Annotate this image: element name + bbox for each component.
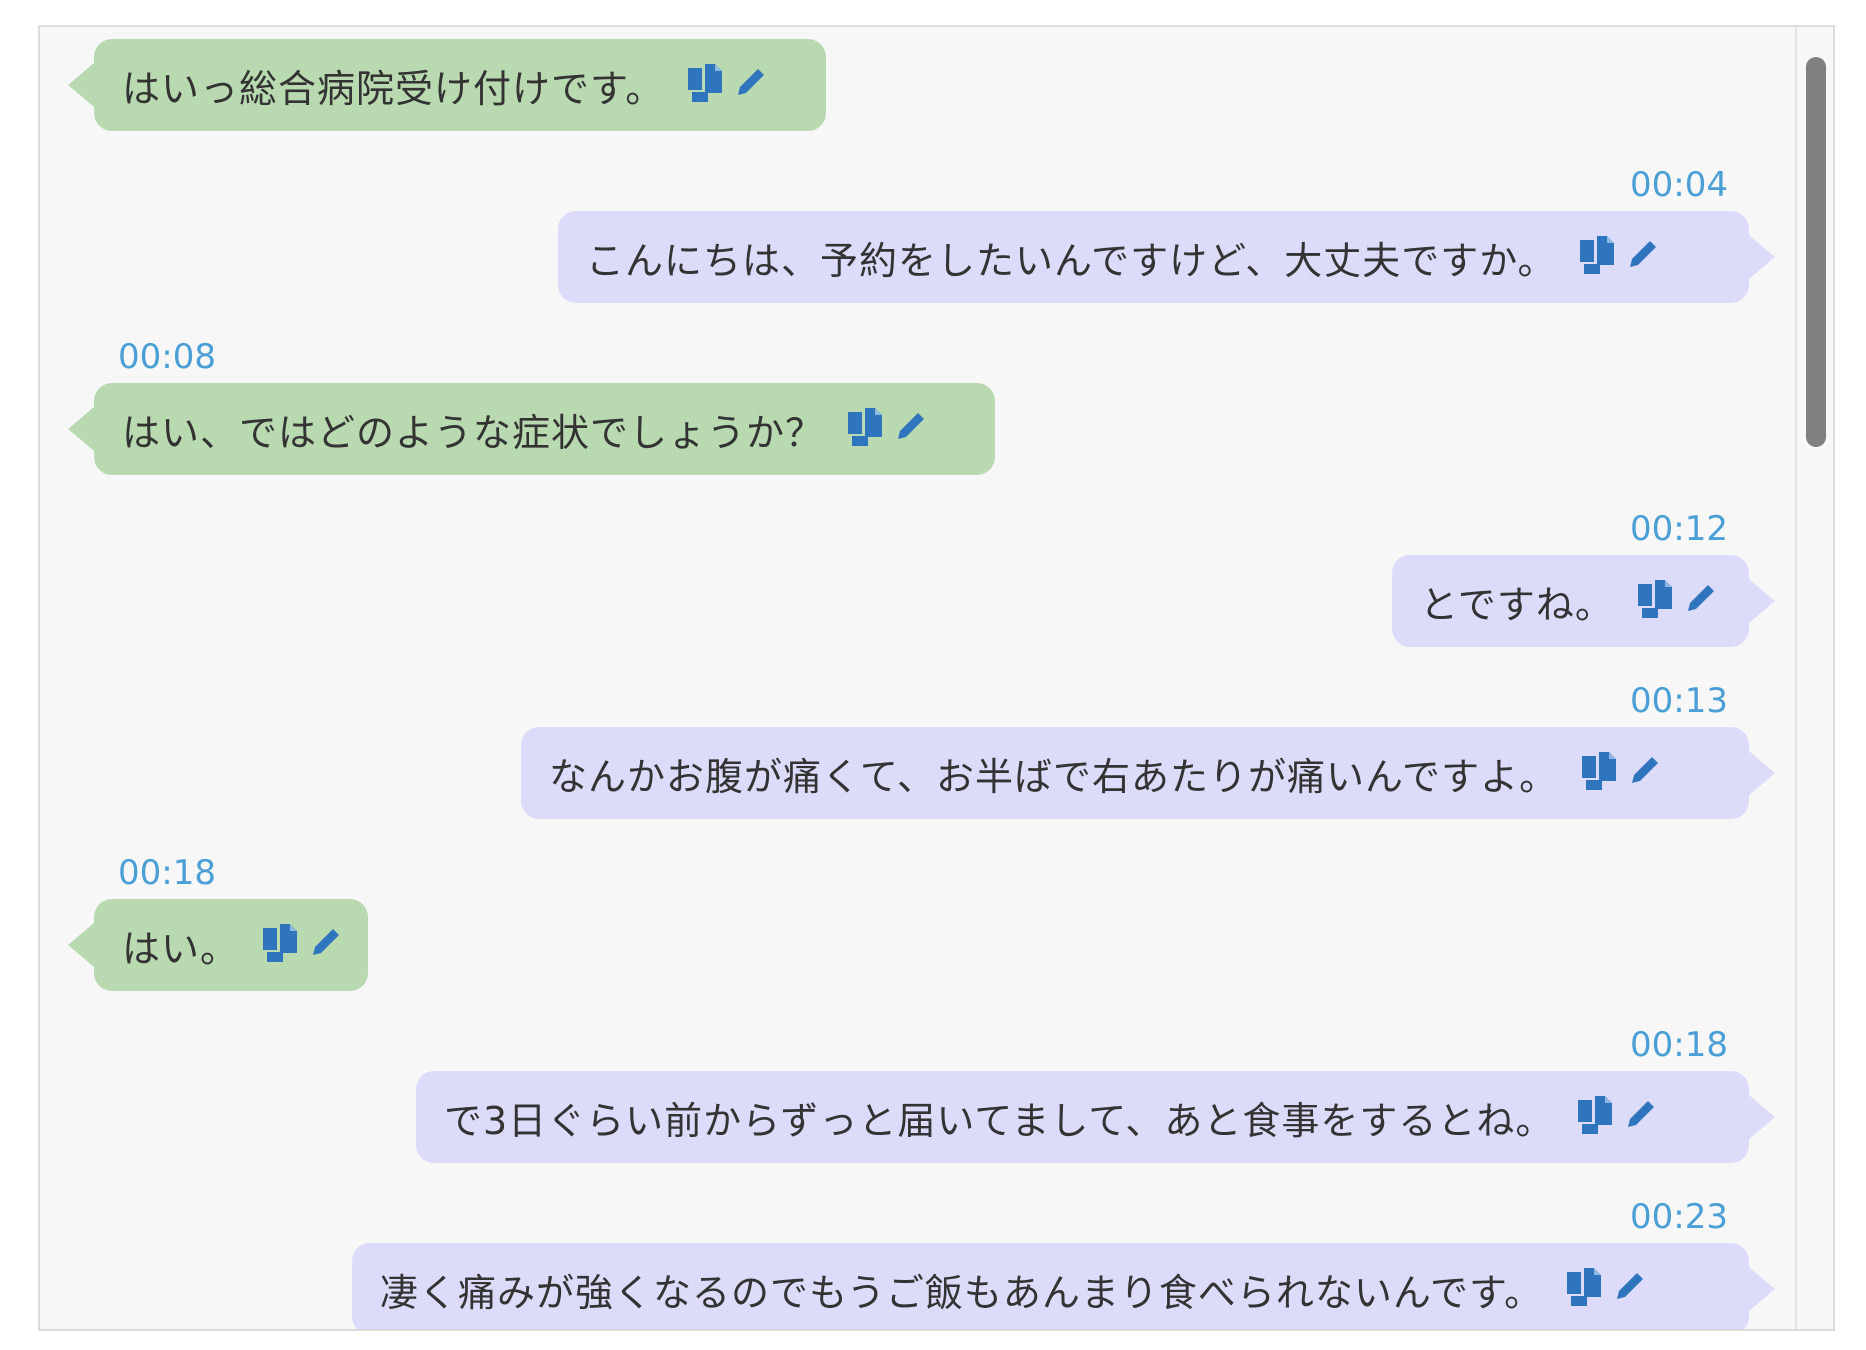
message-bubble: はい。 <box>68 899 368 991</box>
message-actions <box>846 406 928 452</box>
pencil-icon[interactable] <box>1622 1097 1658 1137</box>
pencil-icon[interactable] <box>732 65 768 105</box>
message-text: で3日ぐらい前からずっと届いてまして、あと食事をするとね。 <box>444 1098 1555 1143</box>
copy-icon[interactable] <box>1636 578 1676 624</box>
pencil-icon[interactable] <box>1624 237 1660 277</box>
message-bubble: なんかお腹が痛くて、お半ばで右あたりが痛いんですよ。 <box>521 727 1775 819</box>
message-actions <box>261 922 343 968</box>
pencil-icon[interactable] <box>307 925 343 965</box>
copy-icon[interactable] <box>1565 1266 1605 1312</box>
message-text: こんにちは、予約をしたいんですけど、大丈夫ですか。 <box>586 238 1557 283</box>
copy-icon[interactable] <box>1576 1094 1616 1140</box>
message-timestamp: 00:13 <box>1630 681 1728 721</box>
copy-icon[interactable] <box>261 922 301 968</box>
message-actions <box>1578 234 1660 280</box>
message-bubble: こんにちは、予約をしたいんですけど、大丈夫ですか。 <box>558 211 1775 303</box>
message-bubble: 凄く痛みが強くなるのでもうご飯もあんまり食べられないんです。 <box>352 1243 1775 1329</box>
message-text: はい。 <box>122 926 240 971</box>
message-text: とですね。 <box>1420 582 1614 627</box>
message-text: はいっ総合病院受け付けです。 <box>122 66 665 111</box>
bubble-tail <box>1749 235 1775 279</box>
bubble-tail <box>68 407 94 451</box>
bubble-tail <box>1749 751 1775 795</box>
copy-icon[interactable] <box>1578 234 1618 280</box>
message-text: 凄く痛みが強くなるのでもうご飯もあんまり食べられないんです。 <box>380 1270 1544 1315</box>
message-timestamp: 00:08 <box>118 337 216 377</box>
message-bubble: はいっ総合病院受け付けです。 <box>68 39 826 131</box>
pencil-icon[interactable] <box>892 409 928 449</box>
pencil-icon[interactable] <box>1611 1269 1647 1309</box>
scrollbar-thumb[interactable] <box>1806 57 1826 447</box>
bubble-tail <box>68 63 94 107</box>
chat-transcript-panel: はいっ総合病院受け付けです。 00:04 こんにちは、予約をしたいんですけど、大… <box>38 25 1835 1331</box>
bubble-tail <box>1749 1095 1775 1139</box>
message-timestamp: 00:04 <box>1630 165 1728 205</box>
message-actions <box>1576 1094 1658 1140</box>
bubble-tail <box>1749 1267 1775 1311</box>
message-timestamp: 00:23 <box>1630 1197 1728 1237</box>
message-text: はい、ではどのような症状でしょうか？ <box>122 410 825 455</box>
scrollbar-track[interactable] <box>1795 27 1833 1329</box>
copy-icon[interactable] <box>846 406 886 452</box>
message-actions <box>1580 750 1662 796</box>
message-bubble: はい、ではどのような症状でしょうか？ <box>68 383 995 475</box>
message-text: なんかお腹が痛くて、お半ばで右あたりが痛いんですよ。 <box>549 754 1559 799</box>
message-timestamp: 00:12 <box>1630 509 1728 549</box>
message-bubble: とですね。 <box>1392 555 1775 647</box>
message-actions <box>686 62 768 108</box>
message-timestamp: 00:18 <box>1630 1025 1728 1065</box>
copy-icon[interactable] <box>686 62 726 108</box>
bubble-tail <box>68 923 94 967</box>
message-actions <box>1636 578 1718 624</box>
copy-icon[interactable] <box>1580 750 1620 796</box>
pencil-icon[interactable] <box>1682 581 1718 621</box>
message-timestamp: 00:18 <box>118 853 216 893</box>
message-bubble: で3日ぐらい前からずっと届いてまして、あと食事をするとね。 <box>416 1071 1775 1163</box>
bubble-tail <box>1749 579 1775 623</box>
pencil-icon[interactable] <box>1626 753 1662 793</box>
message-actions <box>1565 1266 1647 1312</box>
